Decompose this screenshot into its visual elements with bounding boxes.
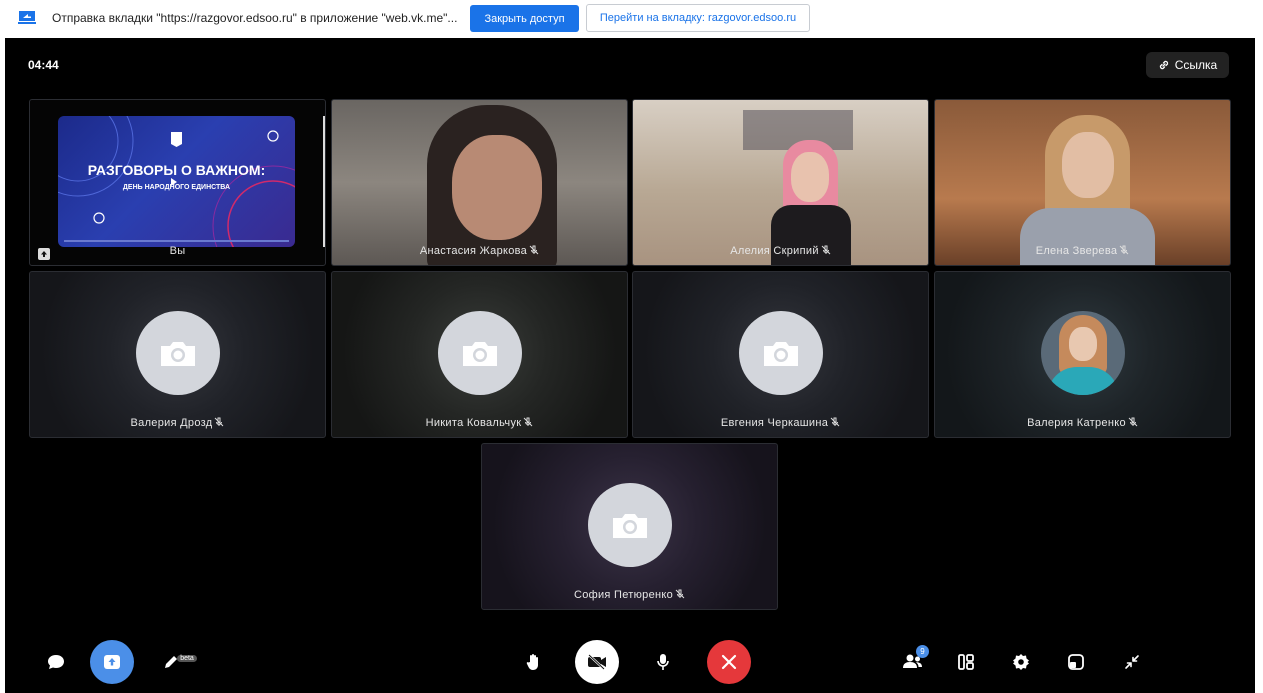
scroll-indicator xyxy=(323,116,325,247)
participant-name: Вы xyxy=(169,245,186,257)
chat-button[interactable] xyxy=(41,647,71,677)
participant-tile[interactable]: Валерия Дрозд xyxy=(29,271,326,438)
picture-in-picture-button[interactable] xyxy=(1061,647,1091,677)
muted-mic-icon xyxy=(821,245,831,255)
exit-fullscreen-button[interactable] xyxy=(1117,647,1147,677)
participant-tile[interactable]: Анастасия Жаркова xyxy=(331,99,628,266)
screen-share-button[interactable] xyxy=(90,640,134,684)
participant-tile[interactable]: Евгения Черкашина xyxy=(632,271,929,438)
participant-name: Валерия Дрозд xyxy=(30,417,325,429)
participants-count-badge: 9 xyxy=(916,645,929,658)
participant-name: Алелия Скрипий xyxy=(633,245,928,257)
gear-icon xyxy=(1013,654,1029,670)
participant-tile[interactable]: Никита Ковальчук xyxy=(331,271,628,438)
avatar xyxy=(588,483,672,567)
muted-mic-icon xyxy=(1128,417,1138,427)
participant-video-body xyxy=(1020,208,1155,265)
copy-link-button[interactable]: Ссылка xyxy=(1146,52,1229,78)
picture-in-picture-icon xyxy=(1068,654,1084,670)
shared-screen-preview: РАЗГОВОРЫ О ВАЖНОМ: ДЕНЬ НАРОДНОГО ЕДИНС… xyxy=(58,116,295,247)
slide-subtitle: ДЕНЬ НАРОДНОГО ЕДИНСТВА xyxy=(122,184,231,191)
muted-mic-icon xyxy=(529,245,539,255)
camera-icon xyxy=(613,514,647,538)
participant-tile-self[interactable]: РАЗГОВОРЫ О ВАЖНОМ: ДЕНЬ НАРОДНОГО ЕДИНС… xyxy=(29,99,326,266)
microphone-icon xyxy=(657,654,669,670)
collapse-icon xyxy=(1125,655,1139,669)
avatar xyxy=(136,311,220,395)
camera-toggle-button[interactable] xyxy=(575,640,619,684)
slide-title: РАЗГОВОРЫ О ВАЖНОМ: xyxy=(87,162,266,178)
camera-icon xyxy=(463,342,497,366)
sharing-status-text: Отправка вкладки "https://razgovor.edsoo… xyxy=(52,11,458,25)
settings-button[interactable] xyxy=(1006,647,1036,677)
camera-icon xyxy=(161,342,195,366)
participant-name: Валерия Катренко xyxy=(935,417,1230,429)
draw-button[interactable]: beta xyxy=(155,647,205,677)
participant-tile[interactable]: София Петюренко xyxy=(481,443,778,610)
chat-icon xyxy=(48,655,64,669)
call-timer: 04:44 xyxy=(28,58,59,72)
participant-video-face xyxy=(1062,132,1114,198)
beta-badge: beta xyxy=(177,654,197,662)
hand-icon xyxy=(526,654,538,670)
stop-sharing-button[interactable]: Закрыть доступ xyxy=(470,5,579,32)
participant-tile[interactable]: Елена Зверева xyxy=(934,99,1231,266)
end-call-button[interactable] xyxy=(707,640,751,684)
participant-name: Анастасия Жаркова xyxy=(332,245,627,257)
muted-mic-icon xyxy=(524,417,533,427)
close-icon xyxy=(721,654,737,670)
link-icon xyxy=(1159,60,1168,70)
participant-name: Никита Ковальчук xyxy=(332,417,627,429)
muted-mic-icon xyxy=(830,417,840,427)
layout-button[interactable] xyxy=(951,647,981,677)
participant-name: Евгения Черкашина xyxy=(633,417,928,429)
raise-hand-button[interactable] xyxy=(519,647,549,677)
call-window: 04:44 Ссылка РАЗГОВОРЫ О ВАЖНОМ: ДЕНЬ НА… xyxy=(5,38,1255,693)
avatar xyxy=(739,311,823,395)
tab-sharing-bar: Отправка вкладки "https://razgovor.edsoo… xyxy=(0,0,1263,38)
link-label: Ссылка xyxy=(1174,58,1218,72)
participant-name: София Петюренко xyxy=(482,589,777,601)
screen-share-icon xyxy=(18,11,36,24)
go-to-tab-button[interactable]: Перейти на вкладку: razgovor.edsoo.ru xyxy=(586,4,810,32)
participant-video-face xyxy=(452,135,542,240)
avatar-photo xyxy=(1041,311,1125,395)
participant-video-face xyxy=(791,152,829,202)
avatar xyxy=(438,311,522,395)
slide-decoration xyxy=(58,116,295,247)
layout-grid-icon xyxy=(958,654,974,670)
muted-mic-icon xyxy=(215,417,224,427)
participant-tile[interactable]: Алелия Скрипий xyxy=(632,99,929,266)
muted-mic-icon xyxy=(1119,245,1129,255)
camera-icon xyxy=(764,342,798,366)
screen-share-icon xyxy=(104,655,120,669)
muted-mic-icon xyxy=(675,589,685,599)
participant-name: Елена Зверева xyxy=(935,245,1230,257)
participants-button[interactable]: 9 xyxy=(896,645,930,677)
camera-off-icon xyxy=(588,654,606,670)
microphone-button[interactable] xyxy=(648,647,678,677)
participant-tile[interactable]: Валерия Катренко xyxy=(934,271,1231,438)
